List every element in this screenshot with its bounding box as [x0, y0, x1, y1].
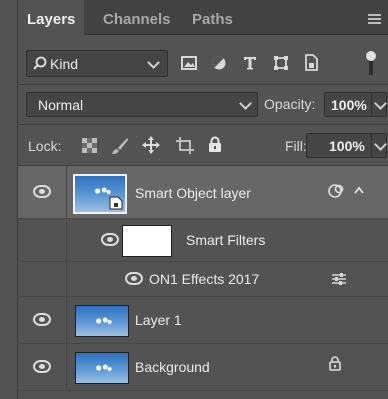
fill-field[interactable]: 100% [306, 133, 387, 158]
tab-layers[interactable]: Layers [18, 0, 85, 35]
smart-filters-label: Smart Filters [186, 232, 266, 248]
layer-thumbnail [75, 352, 129, 384]
adjustment-filter-icon[interactable] [211, 55, 227, 71]
eye-icon [33, 313, 51, 326]
type-filter-icon[interactable] [242, 55, 258, 71]
opacity-field[interactable]: 100% [324, 92, 387, 117]
layer-thumbnail [75, 305, 129, 337]
visibility-toggle[interactable] [18, 166, 67, 218]
filter-effect-name: ON1 Effects 2017 [149, 271, 260, 287]
smart-object-badge-icon [109, 196, 123, 210]
layer-name[interactable]: Layer 1 [135, 312, 182, 328]
chevron-down-icon [374, 138, 387, 151]
lock-transparent-pixels-icon[interactable] [82, 138, 97, 153]
smart-filter-indicator-icon[interactable] [326, 183, 346, 199]
smart-filters-row[interactable]: Smart Filters [18, 219, 388, 262]
lock-image-pixels-icon[interactable] [111, 137, 129, 155]
layers-panel: Layers Channels Paths Kind Normal Opacit… [17, 0, 388, 399]
layer-row-background[interactable]: Background [18, 344, 388, 391]
eye-icon [33, 185, 51, 198]
lock-position-icon[interactable] [142, 136, 160, 154]
layer-thumbnail [73, 174, 127, 214]
panel-menu-icon[interactable] [368, 14, 381, 24]
lock-artboard-icon[interactable] [176, 137, 194, 154]
visibility-toggle[interactable] [18, 297, 67, 343]
fill-value: 100% [329, 138, 365, 154]
visibility-toggle[interactable] [18, 344, 67, 390]
fill-label: Fill: [285, 138, 307, 154]
opacity-label: Opacity: [264, 96, 316, 112]
opacity-value: 100% [331, 97, 367, 113]
layer-row-smart-object[interactable]: Smart Object layer [18, 166, 388, 219]
eye-icon[interactable] [101, 233, 119, 246]
image-filter-icon[interactable] [181, 56, 197, 70]
eye-column [18, 262, 67, 296]
panel-tab-bar: Layers Channels Paths [18, 0, 388, 35]
divider [18, 84, 388, 85]
collapse-arrow-icon[interactable] [354, 186, 364, 194]
shape-filter-icon[interactable] [273, 55, 289, 71]
filter-mask-thumbnail[interactable] [122, 225, 172, 257]
lock-icon[interactable] [329, 356, 341, 371]
filter-effect-row[interactable]: ON1 Effects 2017 [18, 262, 388, 297]
eye-column [18, 219, 67, 261]
tab-channels[interactable]: Channels [94, 0, 180, 34]
blend-mode-select[interactable]: Normal [26, 92, 258, 117]
search-icon [33, 56, 47, 70]
layer-name[interactable]: Smart Object layer [135, 185, 251, 201]
filter-kind-select[interactable]: Kind [26, 50, 168, 77]
lock-all-icon[interactable] [208, 136, 222, 153]
eye-icon [33, 360, 51, 373]
blending-options-icon[interactable] [331, 272, 347, 286]
tab-paths[interactable]: Paths [183, 0, 242, 34]
layer-row-layer-1[interactable]: Layer 1 [18, 297, 388, 344]
chevron-down-icon [239, 97, 252, 110]
chevron-down-icon [374, 97, 387, 110]
layer-name[interactable]: Background [135, 359, 210, 375]
divider [18, 124, 388, 125]
lock-label: Lock: [28, 138, 62, 154]
filter-toggle-switch[interactable] [366, 51, 376, 75]
smart-object-filter-icon[interactable] [303, 54, 319, 71]
filter-kind-label: Kind [50, 56, 79, 72]
eye-icon[interactable] [125, 272, 143, 285]
chevron-down-icon [147, 56, 160, 69]
blend-mode-value: Normal [38, 97, 84, 113]
